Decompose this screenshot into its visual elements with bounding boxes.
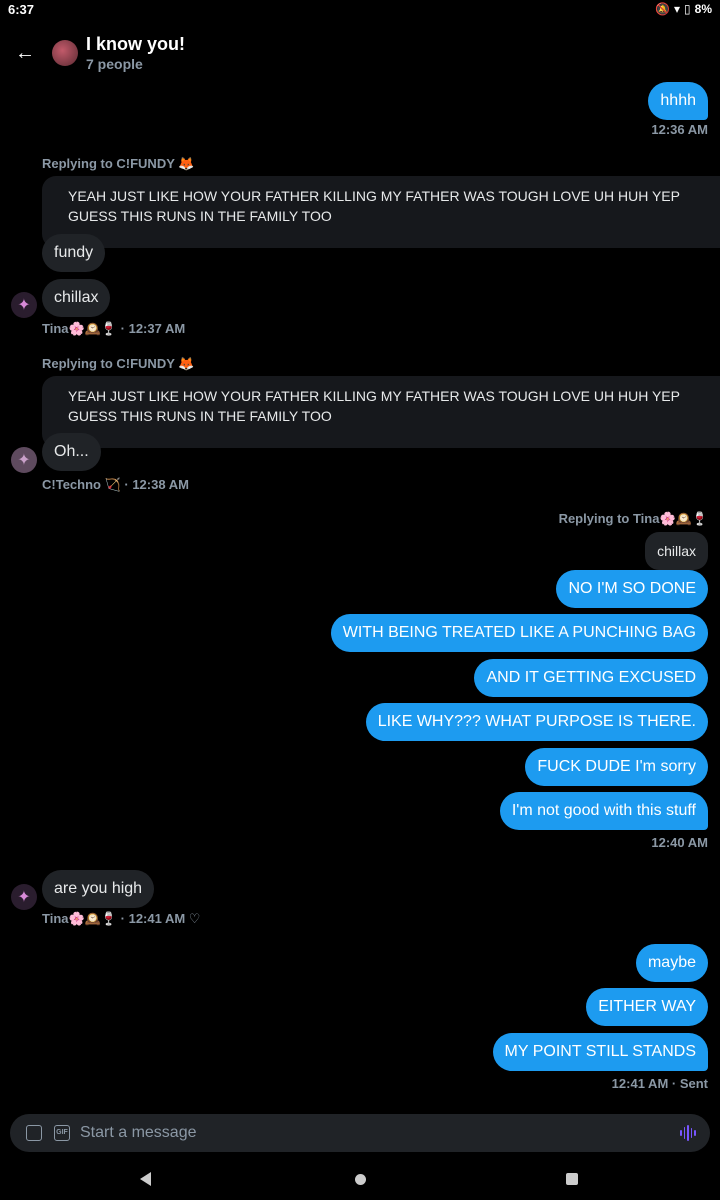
conversation-title[interactable]: I know you! xyxy=(86,34,185,55)
conversation-header: ← I know you! 7 people xyxy=(0,28,720,80)
image-icon[interactable] xyxy=(26,1125,42,1141)
message-bubble-outgoing[interactable]: NO I'M SO DONE xyxy=(556,570,708,608)
tina-avatar[interactable]: ✦ xyxy=(11,884,37,910)
message-bubble-outgoing[interactable]: maybe xyxy=(635,944,708,982)
tina-avatar[interactable]: ✦ xyxy=(11,292,37,318)
techno-avatar[interactable]: ✦ xyxy=(11,447,37,473)
message-bubble-outgoing[interactable]: WITH BEING TREATED LIKE A PUNCHING BAG xyxy=(330,614,708,652)
status-time: 6:37 xyxy=(8,2,35,17)
participant-count[interactable]: 7 people xyxy=(86,56,143,72)
group-avatar[interactable] xyxy=(52,40,78,66)
quoted-message[interactable]: YEAH JUST LIKE HOW YOUR FATHER KILLING M… xyxy=(42,176,720,248)
nav-back-icon[interactable] xyxy=(140,1172,151,1186)
gif-icon[interactable]: GIF xyxy=(54,1125,70,1141)
battery-percent: 8% xyxy=(694,2,712,16)
nav-recents-icon[interactable] xyxy=(566,1173,578,1185)
bell-off-icon: 🔕 xyxy=(655,2,671,16)
message-bubble-outgoing[interactable]: I'm not good with this stuff xyxy=(499,792,708,830)
quoted-message[interactable]: chillax xyxy=(645,532,708,570)
status-bar: 6:37 🔕 ▾ ▯ 8% xyxy=(0,0,720,22)
message-sender-meta: Tina🌸🕰️🍷 · 12:37 AM xyxy=(42,321,186,336)
message-bubble-incoming[interactable]: Oh... xyxy=(42,433,101,471)
message-sender-meta: C!Techno 🏹 · 12:38 AM xyxy=(42,477,189,492)
quoted-message[interactable]: YEAH JUST LIKE HOW YOUR FATHER KILLING M… xyxy=(42,376,720,448)
message-bubble-outgoing[interactable]: FUCK DUDE I'm sorry xyxy=(525,748,708,786)
message-bubble-outgoing[interactable]: EITHER WAY xyxy=(586,988,708,1026)
replying-to-label[interactable]: Replying to C!FUNDY 🦊 xyxy=(42,156,194,172)
message-timestamp: 12:40 AM xyxy=(651,835,708,850)
status-icons: 🔕 ▾ ▯ 8% xyxy=(655,2,712,16)
replying-to-label[interactable]: Replying to Tina🌸🕰️🍷 xyxy=(559,511,708,527)
voice-icon[interactable] xyxy=(680,1125,696,1141)
message-timestamp: 12:41 AM · Sent xyxy=(611,1076,708,1091)
message-timestamp: 12:36 AM xyxy=(651,122,708,137)
system-nav-bar xyxy=(0,1158,720,1200)
nav-home-icon[interactable] xyxy=(355,1174,366,1185)
message-bubble-incoming[interactable]: fundy xyxy=(42,234,106,272)
message-bubble-outgoing[interactable]: hhhh xyxy=(648,82,708,120)
replying-to-label[interactable]: Replying to C!FUNDY 🦊 xyxy=(42,356,194,372)
wifi-icon: ▾ xyxy=(674,2,681,16)
message-bubble-incoming[interactable]: chillax xyxy=(42,279,111,317)
battery-icon: ▯ xyxy=(684,2,691,16)
message-composer: GIF xyxy=(10,1114,710,1152)
back-arrow-icon[interactable]: ← xyxy=(14,42,36,64)
message-bubble-outgoing[interactable]: AND IT GETTING EXCUSED xyxy=(474,659,708,697)
message-input[interactable] xyxy=(80,1114,660,1152)
message-bubble-outgoing[interactable]: MY POINT STILL STANDS xyxy=(492,1033,708,1071)
message-bubble-outgoing[interactable]: LIKE WHY??? WHAT PURPOSE IS THERE. xyxy=(365,703,708,741)
message-bubble-incoming[interactable]: are you high xyxy=(42,870,155,908)
message-sender-meta: Tina🌸🕰️🍷 · 12:41 AM ♡ xyxy=(42,911,201,926)
